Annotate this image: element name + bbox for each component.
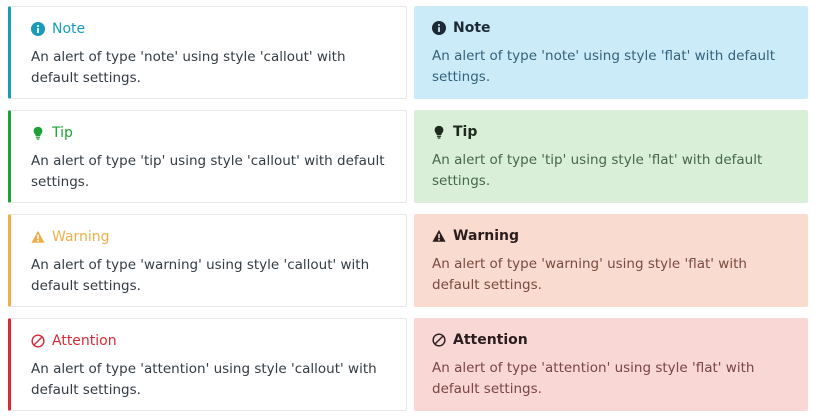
alert-body: An alert of type 'note' using style 'fla… bbox=[432, 48, 776, 85]
alert-note-callout: Note An alert of type 'note' using style… bbox=[8, 6, 407, 99]
alert-title-label: Note bbox=[453, 20, 491, 36]
alert-title: Attention bbox=[432, 331, 792, 349]
info-icon bbox=[432, 21, 446, 35]
alert-title: Note bbox=[31, 20, 390, 38]
alert-title-label: Tip bbox=[453, 124, 478, 140]
alert-body: An alert of type 'tip' using style 'flat… bbox=[432, 152, 763, 189]
warning-triangle-icon bbox=[432, 229, 446, 243]
warning-triangle-icon bbox=[31, 230, 45, 244]
alert-tip-callout: Tip An alert of type 'tip' using style '… bbox=[8, 110, 407, 203]
alert-title-label: Attention bbox=[453, 332, 528, 348]
alert-title: Warning bbox=[31, 228, 390, 246]
alert-title-label: Warning bbox=[453, 228, 520, 244]
alert-warning-callout: Warning An alert of type 'warning' using… bbox=[8, 214, 407, 307]
ban-icon bbox=[31, 334, 45, 348]
alert-body: An alert of type 'tip' using style 'call… bbox=[31, 153, 385, 190]
alert-body: An alert of type 'attention' using style… bbox=[31, 361, 377, 398]
alerts-grid: Note An alert of type 'note' using style… bbox=[8, 6, 808, 414]
alert-title: Attention bbox=[31, 332, 390, 350]
lightbulb-icon bbox=[31, 126, 45, 140]
ban-icon bbox=[432, 333, 446, 347]
alert-title-label: Note bbox=[52, 21, 86, 37]
alert-title-label: Tip bbox=[52, 125, 73, 141]
alert-title: Tip bbox=[432, 123, 792, 141]
lightbulb-icon bbox=[432, 125, 446, 139]
alert-body: An alert of type 'warning' using style '… bbox=[31, 257, 370, 294]
alert-body: An alert of type 'note' using style 'cal… bbox=[31, 49, 346, 86]
alert-title-label: Warning bbox=[52, 229, 110, 245]
alert-attention-callout: Attention An alert of type 'attention' u… bbox=[8, 318, 407, 411]
alert-title: Tip bbox=[31, 124, 390, 142]
alert-body: An alert of type 'warning' using style '… bbox=[432, 256, 747, 293]
alert-tip-flat: Tip An alert of type 'tip' using style '… bbox=[414, 110, 808, 203]
alert-title-label: Attention bbox=[52, 333, 117, 349]
alert-title: Note bbox=[432, 19, 792, 37]
alert-warning-flat: Warning An alert of type 'warning' using… bbox=[414, 214, 808, 307]
alert-attention-flat: Attention An alert of type 'attention' u… bbox=[414, 318, 808, 411]
alert-body: An alert of type 'attention' using style… bbox=[432, 360, 755, 397]
alert-note-flat: Note An alert of type 'note' using style… bbox=[414, 6, 808, 99]
alert-title: Warning bbox=[432, 227, 792, 245]
info-icon bbox=[31, 22, 45, 36]
